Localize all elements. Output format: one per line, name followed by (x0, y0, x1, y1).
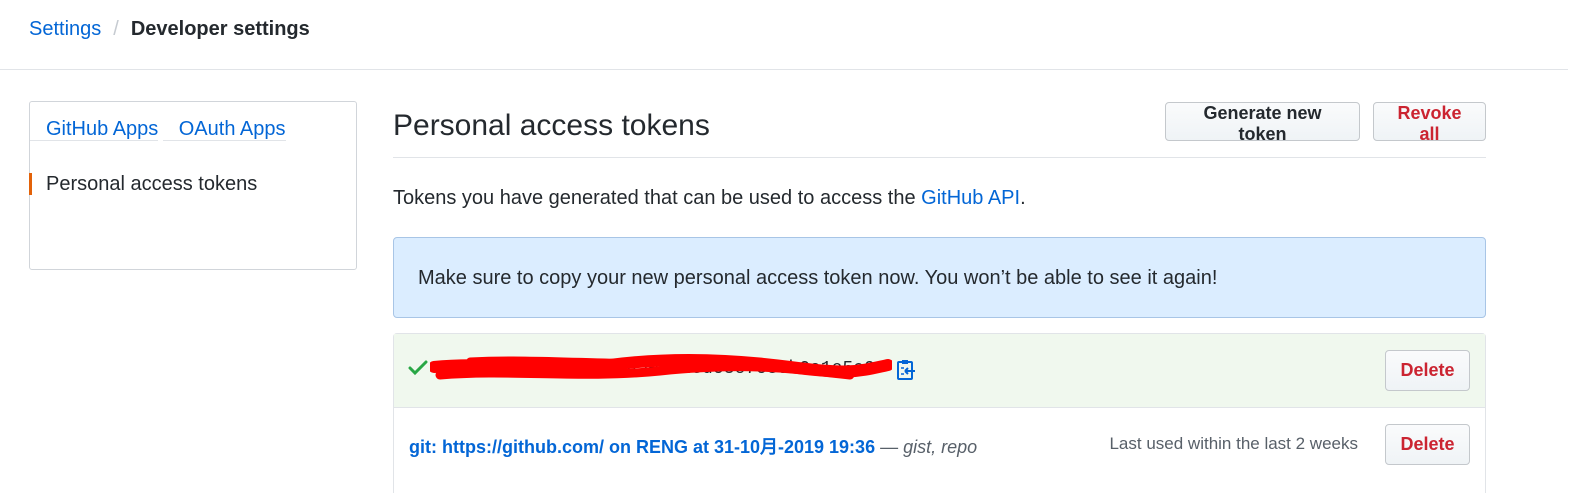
sidebar-menu: GitHub Apps OAuth Apps Personal access t… (29, 101, 357, 270)
breadcrumb-separator: / (113, 18, 119, 40)
check-icon (408, 359, 428, 382)
new-token-row: e521107a7e1e2e3ba4a5e9bd3de3e7e38b0a1e5e… (394, 334, 1485, 408)
sidebar-item-github-apps[interactable]: GitHub Apps (30, 118, 159, 141)
token-scopes: gist, repo (903, 437, 978, 457)
token-name-link[interactable]: git: https://github.com/ on RENG at 31-1… (409, 437, 875, 457)
page-title: Personal access tokens (393, 109, 710, 142)
redaction-scribble (430, 353, 892, 380)
breadcrumb-current: Developer settings (130, 18, 310, 40)
flash-notice: Make sure to copy your new personal acce… (393, 237, 1486, 318)
breadcrumb: Settings / Developer settings (29, 18, 310, 41)
intro-text-end: . (1020, 187, 1026, 209)
delete-new-token-button[interactable]: Delete (1385, 350, 1470, 391)
sidebar-item-personal-access-tokens[interactable]: Personal access tokens (30, 173, 257, 195)
token-description: git: https://github.com/ on RENG at 31-1… (409, 433, 977, 459)
github-api-link[interactable]: GitHub API (921, 187, 1020, 209)
main-content: Personal access tokens Generate new toke… (393, 101, 1486, 493)
generate-new-token-button[interactable]: Generate new token (1165, 102, 1360, 144)
clippy-icon[interactable] (896, 359, 916, 386)
revoke-all-button[interactable]: Revoke all (1373, 102, 1486, 144)
title-row: Personal access tokens Generate new toke… (393, 101, 1486, 158)
intro-text-body: Tokens you have generated that can be us… (393, 187, 922, 209)
token-row: git: https://github.com/ on RENG at 31-1… (394, 408, 1485, 483)
token-list: e521107a7e1e2e3ba4a5e9bd3de3e7e38b0a1e5e… (393, 333, 1486, 493)
token-last-used: Last used within the last 2 weeks (1109, 434, 1358, 453)
token-dash: — (875, 437, 904, 457)
page-header: Settings / Developer settings (0, 0, 1568, 70)
breadcrumb-settings-link[interactable]: Settings (29, 18, 101, 41)
sidebar-item-oauth-apps[interactable]: OAuth Apps (162, 118, 286, 141)
flash-message: Make sure to copy your new personal acce… (418, 267, 1218, 289)
intro-text: Tokens you have generated that can be us… (393, 187, 1026, 210)
delete-token-button[interactable]: Delete (1385, 424, 1470, 465)
